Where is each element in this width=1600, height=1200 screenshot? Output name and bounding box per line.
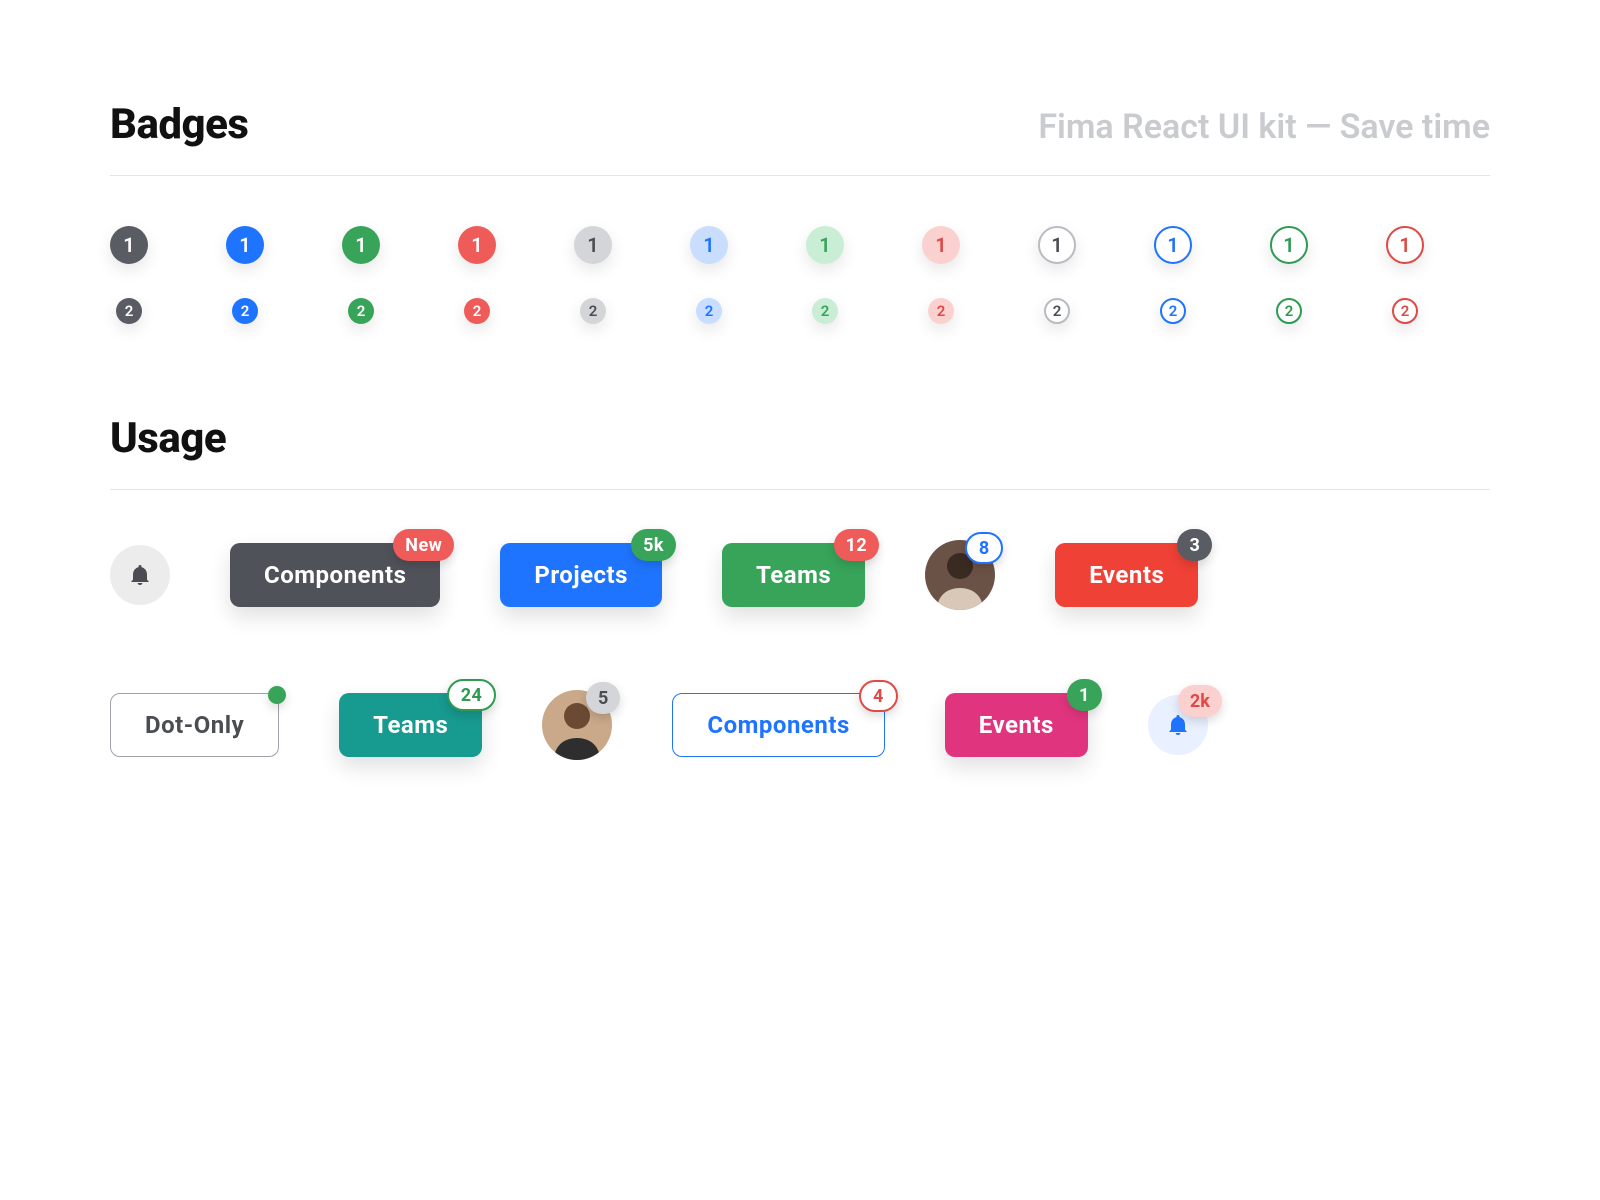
badge-outline-red: 1 xyxy=(1386,226,1424,264)
events-button[interactable]: Events 3 xyxy=(1055,543,1198,607)
teams-button-2[interactable]: Teams 24 xyxy=(339,693,482,757)
teams-label-2: Teams xyxy=(373,711,448,739)
dot-only-button[interactable]: Dot-Only xyxy=(110,693,279,757)
avatar-badge-2: 5 xyxy=(586,682,620,714)
components-label-2: Components xyxy=(707,711,849,739)
badge-sm-solid-red: 2 xyxy=(464,298,490,324)
bell-button-2[interactable]: 2k xyxy=(1148,695,1208,755)
components-badge-2: 4 xyxy=(859,680,898,712)
badge-sm-soft-gray: 2 xyxy=(580,298,606,324)
badge-solid-gray: 1 xyxy=(110,226,148,264)
badge-sm-soft-blue: 2 xyxy=(696,298,722,324)
events-button-2[interactable]: Events 1 xyxy=(945,693,1088,757)
badge-sm-outline-gray: 2 xyxy=(1044,298,1070,324)
dot-only-label: Dot-Only xyxy=(145,711,244,739)
badge-row-small: 2 2 2 2 2 2 2 2 2 2 2 2 xyxy=(110,298,1490,324)
user-avatar-1[interactable]: 8 xyxy=(925,540,995,610)
badge-soft-blue: 1 xyxy=(690,226,728,264)
bell-badge: 2k xyxy=(1178,685,1222,717)
badge-row-large: 1 1 1 1 1 1 1 1 1 1 1 1 xyxy=(110,226,1490,264)
projects-label: Projects xyxy=(534,561,628,589)
badge-soft-gray: 1 xyxy=(574,226,612,264)
usage-section-header: Usage xyxy=(110,414,1490,490)
components-badge: New xyxy=(393,529,454,561)
bell-icon xyxy=(128,563,152,587)
badges-section-header: Badges Fima React UI kit — Save time xyxy=(110,100,1490,176)
badge-outline-blue: 1 xyxy=(1154,226,1192,264)
components-button[interactable]: Components New xyxy=(230,543,440,607)
usage-title: Usage xyxy=(110,414,226,463)
badge-solid-green: 1 xyxy=(342,226,380,264)
badge-sm-outline-red: 2 xyxy=(1392,298,1418,324)
badge-solid-red: 1 xyxy=(458,226,496,264)
bell-icon xyxy=(1166,713,1190,737)
usage-row-2: Dot-Only Teams 24 5 Components 4 Events … xyxy=(110,690,1490,760)
projects-button[interactable]: Projects 5k xyxy=(500,543,662,607)
events-badge: 3 xyxy=(1177,529,1212,561)
teams-button[interactable]: Teams 12 xyxy=(722,543,865,607)
usage-row-1: Components New Projects 5k Teams 12 8 Ev… xyxy=(110,540,1490,610)
components-label: Components xyxy=(264,561,406,589)
badge-sm-soft-green: 2 xyxy=(812,298,838,324)
badge-sm-solid-gray: 2 xyxy=(116,298,142,324)
badge-sm-outline-green: 2 xyxy=(1276,298,1302,324)
badge-outline-gray: 1 xyxy=(1038,226,1076,264)
events-label: Events xyxy=(1089,561,1164,589)
projects-badge: 5k xyxy=(631,529,676,561)
avatar-badge: 8 xyxy=(965,532,1003,564)
teams-badge-2: 24 xyxy=(447,679,497,711)
teams-label: Teams xyxy=(756,561,831,589)
components-button-2[interactable]: Components 4 xyxy=(672,693,884,757)
dot-only-badge xyxy=(268,686,286,704)
badges-title: Badges xyxy=(110,100,248,149)
badge-soft-green: 1 xyxy=(806,226,844,264)
bell-button[interactable] xyxy=(110,545,170,605)
badge-solid-blue: 1 xyxy=(226,226,264,264)
events-label-2: Events xyxy=(979,711,1054,739)
badge-sm-solid-green: 2 xyxy=(348,298,374,324)
badge-sm-soft-red: 2 xyxy=(928,298,954,324)
badge-sm-solid-blue: 2 xyxy=(232,298,258,324)
badge-outline-green: 1 xyxy=(1270,226,1308,264)
teams-badge: 12 xyxy=(834,529,880,561)
badge-soft-red: 1 xyxy=(922,226,960,264)
events-badge-2: 1 xyxy=(1067,679,1102,711)
badges-subtitle: Fima React UI kit — Save time xyxy=(1038,107,1490,147)
user-avatar-2[interactable]: 5 xyxy=(542,690,612,760)
badge-sm-outline-blue: 2 xyxy=(1160,298,1186,324)
